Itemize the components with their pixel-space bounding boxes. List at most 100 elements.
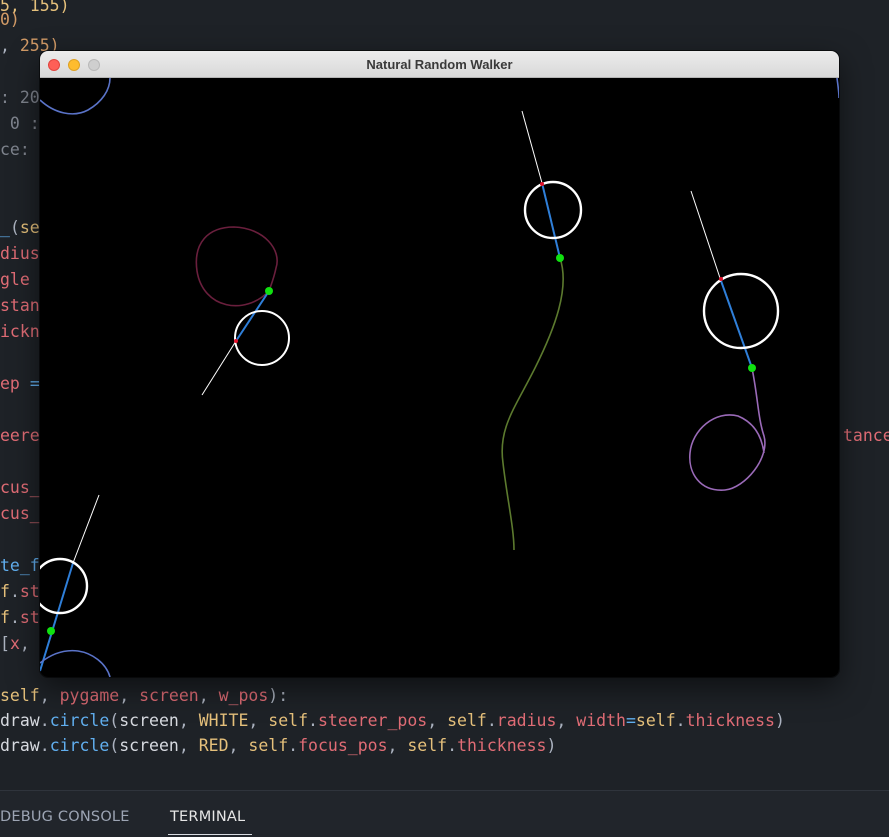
code-token: ( (9, 218, 20, 237)
code-line: 0 : (0, 111, 40, 137)
code-token: radius (496, 711, 557, 730)
walker-trail-blue (40, 78, 111, 115)
steerer-circle (234, 310, 290, 366)
walker-dot (748, 364, 756, 372)
code-token: f (0, 608, 10, 627)
code-token: ) (546, 736, 557, 755)
code-token: pygame (59, 686, 120, 705)
heading-line (40, 562, 74, 672)
code-token: , (387, 736, 408, 755)
code-line: te_f (0, 553, 40, 579)
code-line: cus_ (0, 501, 40, 527)
code-token: focus_pos (298, 736, 388, 755)
code-token: , (39, 686, 60, 705)
code-token: st (19, 608, 40, 627)
code-token: circle (49, 711, 110, 730)
code-line: draw.circle(screen, WHITE, self.steerer_… (0, 708, 785, 734)
code-token: . (486, 711, 497, 730)
code-token: , (228, 736, 249, 755)
code-token: 0) (0, 10, 20, 29)
focus-dot (540, 182, 544, 186)
code-token: draw (0, 736, 40, 755)
bottom-panel: DEBUG CONSOLE TERMINAL (0, 790, 889, 837)
code-fragment-right: tance (843, 426, 889, 445)
code-token: . (308, 711, 318, 730)
code-token: . (288, 736, 299, 755)
code-line: ep = (0, 371, 40, 397)
code-token: thickness (685, 711, 775, 730)
code-token: , (0, 36, 20, 55)
code-token: ep (0, 374, 30, 393)
code-token: x (9, 634, 20, 653)
code-token: = (29, 374, 40, 393)
code-token: dius (0, 244, 40, 263)
heading-line-thin (201, 340, 237, 396)
code-line: 0) (0, 7, 20, 33)
code-token: , (248, 711, 269, 730)
code-line: ce: (0, 137, 30, 163)
code-line: draw.circle(screen, RED, self.focus_pos,… (0, 733, 556, 759)
code-token: self (407, 736, 448, 755)
walker-dot (265, 287, 273, 295)
pygame-window[interactable]: Natural Random Walker (40, 51, 839, 677)
window-titlebar[interactable]: Natural Random Walker (40, 51, 839, 78)
walker-trail-violet (689, 367, 766, 491)
code-token: : 20 (0, 88, 40, 107)
code-token: . (39, 711, 50, 730)
code-token: circle (49, 736, 110, 755)
code-token: self (248, 736, 289, 755)
code-token: self (447, 711, 487, 730)
tab-terminal[interactable]: TERMINAL (170, 809, 245, 825)
code-token: thickness (457, 736, 547, 755)
code-token: . (9, 608, 20, 627)
heading-line (541, 182, 561, 259)
walker-scene (40, 78, 839, 677)
code-token: self (268, 711, 309, 730)
code-line: eere (0, 423, 40, 449)
heading-line-thin (690, 190, 721, 279)
code-line: stan (0, 293, 40, 319)
code-token: eere (0, 426, 40, 445)
code-token: , (119, 686, 140, 705)
code-token: te_f (0, 556, 40, 575)
code-line: ickn (0, 319, 40, 345)
walker-trail-olive (501, 257, 564, 551)
code-token: w_pos (218, 686, 269, 705)
code-token: [ (0, 634, 10, 653)
code-token: . (447, 736, 458, 755)
code-token: ): (268, 686, 289, 705)
code-line: f.st (0, 605, 40, 631)
heading-line (719, 277, 753, 369)
code-token: WHITE (198, 711, 249, 730)
active-tab-indicator (168, 834, 252, 835)
code-token: ( (109, 711, 120, 730)
code-token: ( (109, 736, 120, 755)
code-token: . (9, 582, 20, 601)
heading-line (235, 290, 270, 342)
heading-line-thin (521, 110, 543, 184)
code-token: cus_ (0, 478, 40, 497)
code-token: , (427, 711, 448, 730)
code-line: self, pygame, screen, w_pos): (0, 683, 288, 709)
code-token: ce: (0, 140, 30, 159)
focus-dot (719, 277, 723, 281)
window-title: Natural Random Walker (366, 57, 513, 72)
code-token: screen (139, 686, 199, 705)
walker-trail-maroon (195, 226, 278, 307)
code-token: . (675, 711, 686, 730)
code-token: self (635, 711, 676, 730)
game-canvas[interactable] (40, 78, 839, 677)
code-token: = (625, 711, 636, 730)
tab-debug-console[interactable]: DEBUG CONSOLE (0, 809, 130, 825)
code-token: ) (774, 711, 785, 730)
code-token: ickn (0, 322, 40, 341)
walker-dot (47, 627, 55, 635)
code-token: gle (0, 270, 30, 289)
code-token: f (0, 582, 10, 601)
walker-dot (556, 254, 564, 262)
code-token: , (178, 736, 199, 755)
code-token: 0 : (0, 114, 40, 133)
code-line: cus_ (0, 475, 40, 501)
code-token: width (576, 711, 626, 730)
focus-dot (234, 339, 238, 343)
